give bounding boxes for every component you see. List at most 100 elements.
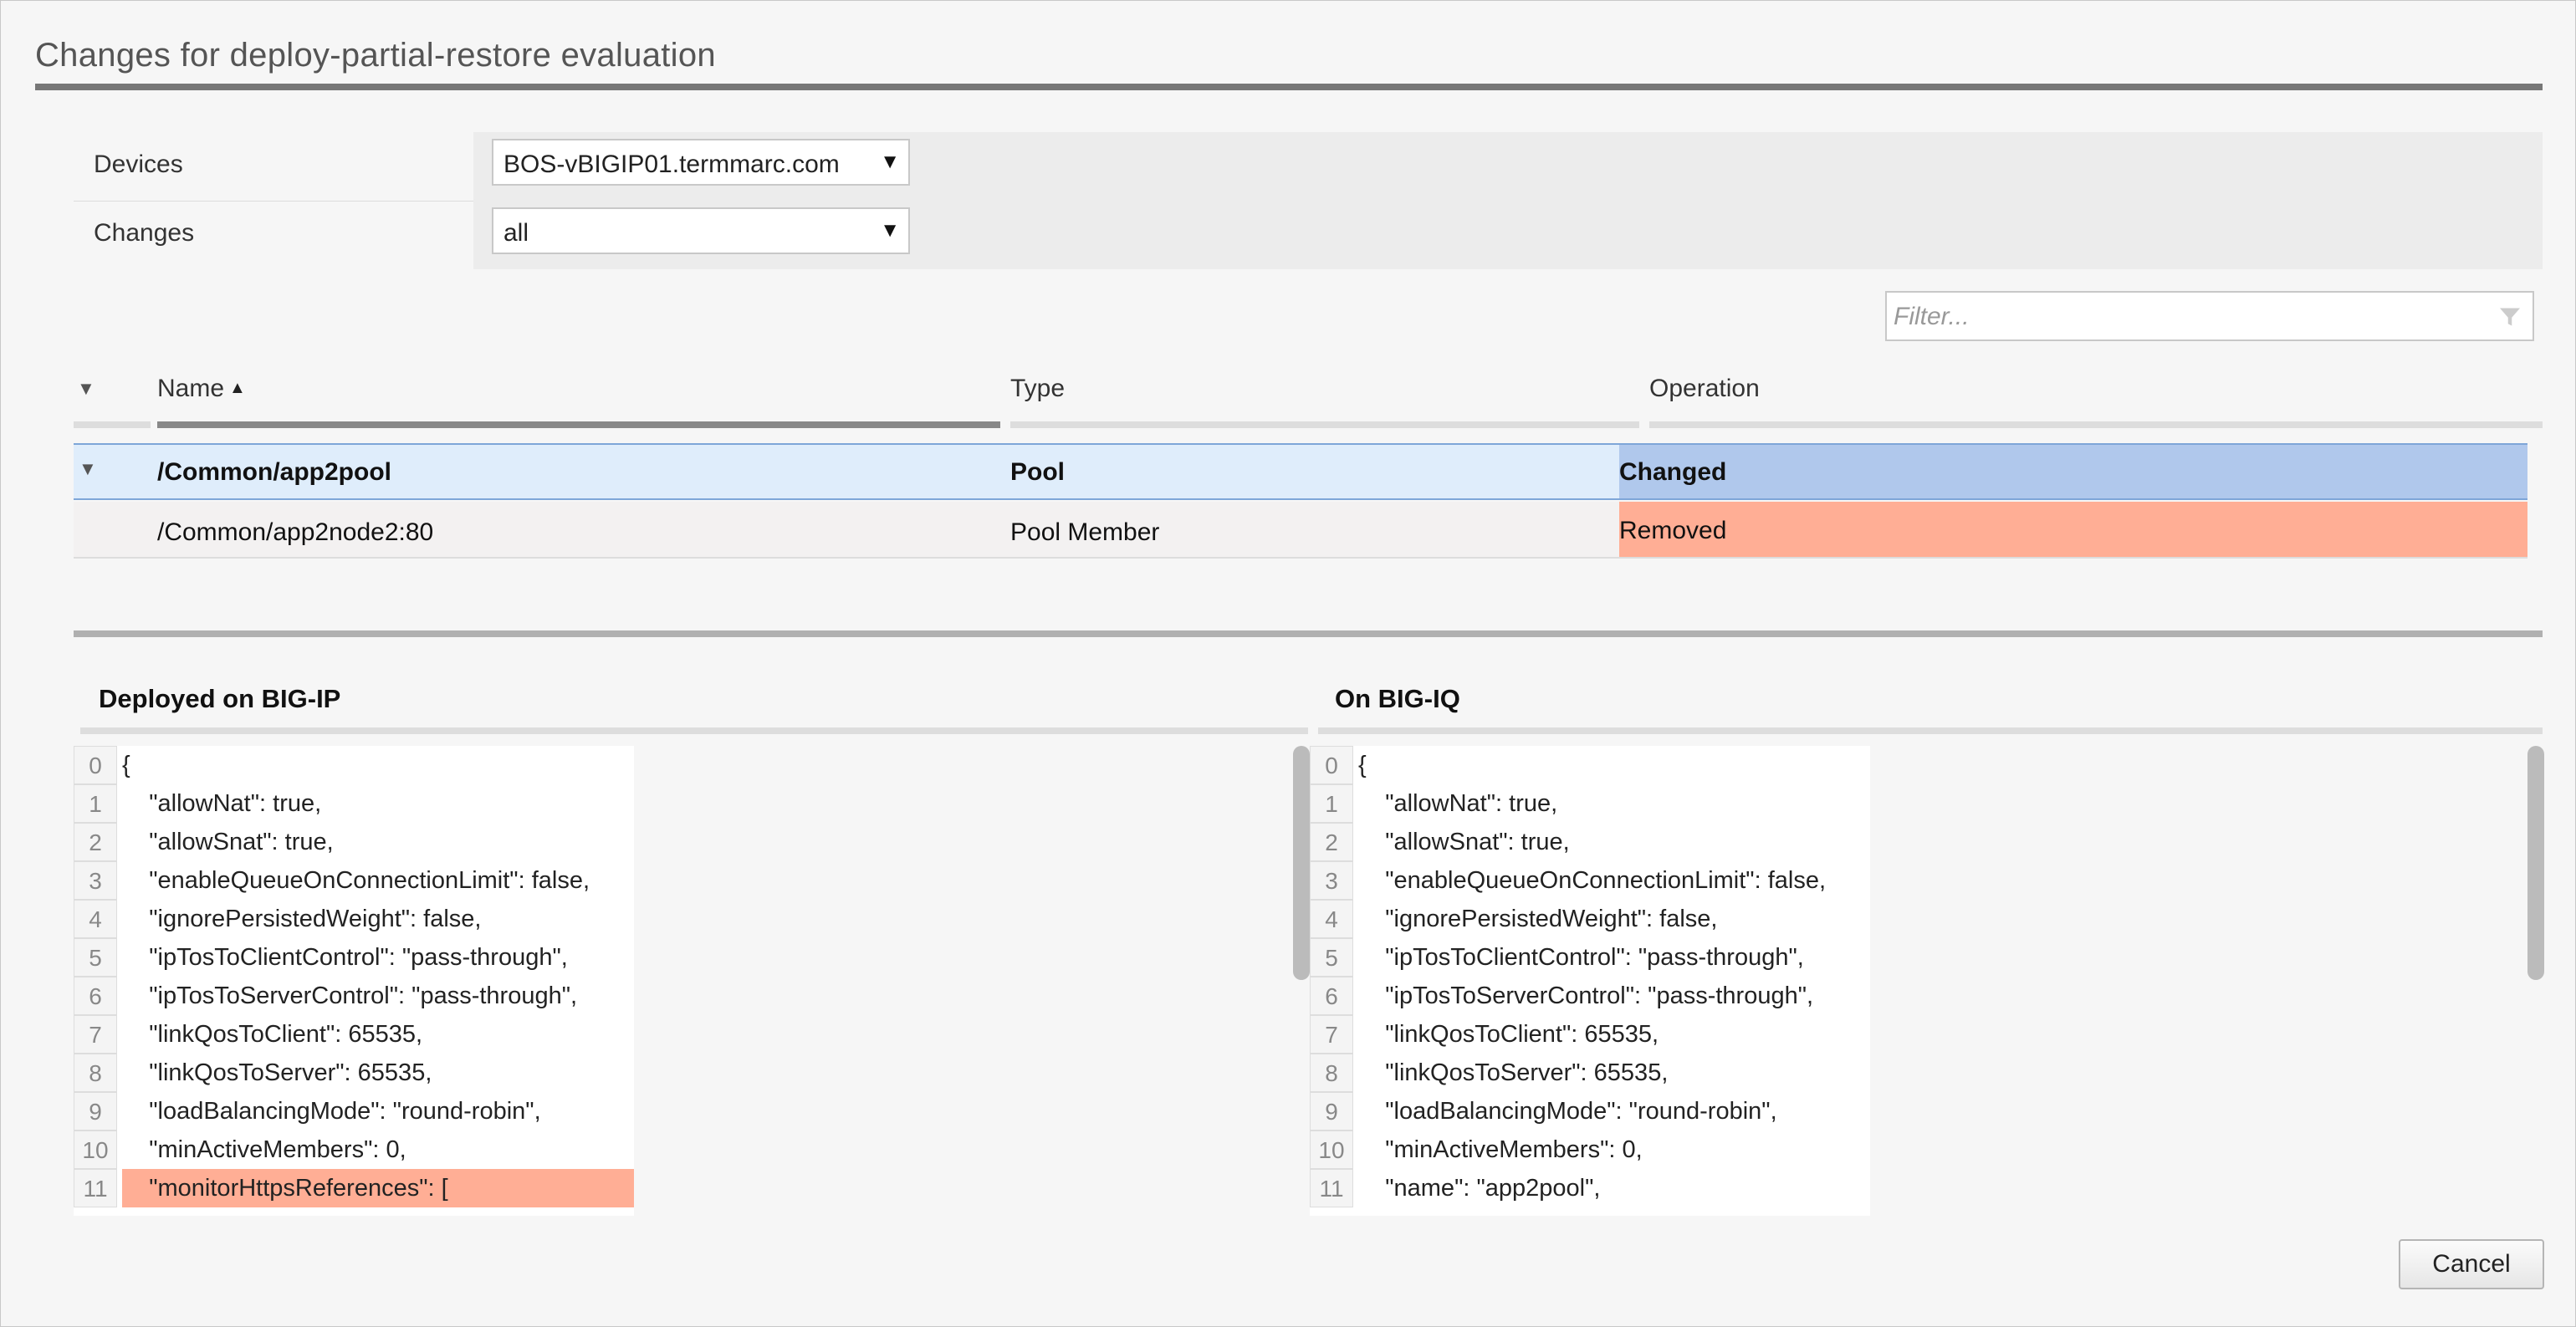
line-number: 5 (74, 938, 117, 977)
code-text: "allowNat": true, (122, 790, 322, 817)
devices-label: Devices (94, 151, 183, 178)
code-text: "linkQosToServer": 65535, (122, 1059, 432, 1086)
column-header-type[interactable]: Type (1010, 375, 1065, 403)
line-number: 3 (74, 861, 117, 900)
table-row[interactable]: ▼ /Common/app2pool Pool Changed (74, 443, 2527, 500)
column-header-name[interactable]: Name ▲ (157, 375, 246, 403)
row-expand-icon[interactable]: ▼ (79, 458, 97, 480)
expand-all-toggle-icon[interactable]: ▼ (77, 378, 95, 400)
code-line: 11 "name": "app2pool", (1310, 1169, 1870, 1207)
code-line: 4 "ignorePersistedWeight": false, (74, 900, 634, 938)
code-line: 8 "linkQosToServer": 65535, (74, 1054, 634, 1092)
code-text: "ignorePersistedWeight": false, (1358, 906, 1718, 932)
changes-row: Changes all ▼ (74, 201, 2543, 269)
changes-select[interactable]: all ▼ (492, 207, 910, 254)
changes-label: Changes (94, 219, 195, 247)
line-number: 1 (74, 784, 117, 823)
code-line: 5 "ipTosToClientControl": "pass-through"… (1310, 938, 1870, 977)
line-number: 1 (1310, 784, 1353, 823)
code-line: 0{ (1310, 746, 1870, 784)
line-number: 4 (74, 900, 117, 938)
code-line: 11 "monitorHttpsReferences": [ (74, 1169, 634, 1207)
line-number: 0 (1310, 746, 1353, 784)
dropdown-arrow-icon: ▼ (880, 151, 900, 173)
line-number: 10 (74, 1131, 117, 1169)
code-text: { (122, 752, 130, 778)
filter-icon[interactable] (2497, 304, 2522, 329)
row-name: /Common/app2pool (157, 458, 391, 486)
code-line: 6 "ipTosToServerControl": "pass-through"… (1310, 977, 1870, 1015)
code-text: "linkQosToClient": 65535, (122, 1021, 423, 1048)
row-name: /Common/app2node2:80 (157, 518, 434, 546)
line-number: 2 (1310, 823, 1353, 861)
code-line: 8 "linkQosToServer": 65535, (1310, 1054, 1870, 1092)
code-text: "allowSnat": true, (1358, 829, 1570, 855)
code-line: 0{ (74, 746, 634, 784)
row-type: Pool Member (1010, 518, 1160, 546)
code-text: "linkQosToServer": 65535, (1358, 1059, 1669, 1086)
code-line: 5 "ipTosToClientControl": "pass-through"… (74, 938, 634, 977)
left-pane-title: Deployed on BIG-IP (99, 684, 341, 713)
code-line: 9 "loadBalancingMode": "round-robin", (74, 1092, 634, 1131)
code-text: "enableQueueOnConnectionLimit": false, (122, 867, 590, 894)
cancel-button[interactable]: Cancel (2399, 1239, 2544, 1289)
line-number: 8 (1310, 1054, 1353, 1092)
title-divider (35, 84, 2543, 90)
code-text: { (1358, 752, 1367, 778)
code-text: "loadBalancingMode": "round-robin", (122, 1098, 541, 1125)
line-number: 4 (1310, 900, 1353, 938)
line-number: 6 (1310, 977, 1353, 1015)
code-text: "ipTosToClientControl": "pass-through", (1358, 944, 1804, 971)
left-scrollbar[interactable] (1293, 746, 1310, 980)
devices-select[interactable]: BOS-vBIGIP01.termmarc.com ▼ (492, 139, 910, 186)
operation-badge-removed: Removed (1619, 502, 2527, 557)
devices-select-value: BOS-vBIGIP01.termmarc.com (503, 151, 840, 178)
line-number: 10 (1310, 1131, 1353, 1169)
line-number: 9 (1310, 1092, 1353, 1131)
line-number: 5 (1310, 938, 1353, 977)
column-header-operation[interactable]: Operation (1649, 375, 1760, 403)
code-line: 1 "allowNat": true, (1310, 784, 1870, 823)
line-number: 0 (74, 746, 117, 784)
dialog-title: Changes for deploy-partial-restore evalu… (35, 37, 716, 74)
left-code-view[interactable]: 0{1 "allowNat": true, 2 "allowSnat": true… (74, 746, 634, 1216)
line-number: 2 (74, 823, 117, 861)
changes-select-value: all (503, 219, 529, 247)
filter-box (1885, 291, 2534, 341)
selection-form: Devices BOS-vBIGIP01.termmarc.com ▼ Chan… (74, 132, 2543, 269)
code-line: 3 "enableQueueOnConnectionLimit": false, (1310, 861, 1870, 900)
code-text-removed: "monitorHttpsReferences": [ (122, 1169, 634, 1207)
code-text: "minActiveMembers": 0, (122, 1136, 406, 1163)
right-code-view[interactable]: 0{1 "allowNat": true, 2 "allowSnat": true… (1310, 746, 1870, 1216)
code-text: "ipTosToServerControl": "pass-through", (122, 982, 578, 1009)
code-text: "minActiveMembers": 0, (1358, 1136, 1643, 1163)
code-line: 2 "allowSnat": true, (74, 823, 634, 861)
line-number: 7 (1310, 1015, 1353, 1054)
code-text: "allowSnat": true, (122, 829, 334, 855)
code-text: "linkQosToClient": 65535, (1358, 1021, 1659, 1048)
sort-ascending-icon: ▲ (229, 379, 246, 397)
right-scrollbar[interactable] (2527, 746, 2544, 980)
code-line: 10 "minActiveMembers": 0, (74, 1131, 634, 1169)
code-line: 2 "allowSnat": true, (1310, 823, 1870, 861)
code-line: 3 "enableQueueOnConnectionLimit": false, (74, 861, 634, 900)
dropdown-arrow-icon: ▼ (880, 219, 900, 242)
line-number: 9 (74, 1092, 117, 1131)
code-text: "ipTosToServerControl": "pass-through", (1358, 982, 1814, 1009)
code-line: 6 "ipTosToServerControl": "pass-through"… (74, 977, 634, 1015)
line-number: 7 (74, 1015, 117, 1054)
code-text: "ipTosToClientControl": "pass-through", (122, 944, 568, 971)
pane-splitter[interactable] (74, 630, 2543, 637)
code-line: 10 "minActiveMembers": 0, (1310, 1131, 1870, 1169)
line-number: 11 (1310, 1169, 1353, 1207)
right-pane-title: On BIG-IQ (1335, 684, 1460, 713)
row-operation: Changed (1619, 458, 1727, 486)
code-text: "enableQueueOnConnectionLimit": false, (1358, 867, 1827, 894)
line-number: 3 (1310, 861, 1353, 900)
line-number: 8 (74, 1054, 117, 1092)
line-number: 6 (74, 977, 117, 1015)
code-text: "allowNat": true, (1358, 790, 1558, 817)
filter-input[interactable] (1892, 299, 2481, 334)
line-number: 11 (74, 1169, 117, 1207)
table-row[interactable]: /Common/app2node2:80 Pool Member Removed (74, 502, 2527, 559)
